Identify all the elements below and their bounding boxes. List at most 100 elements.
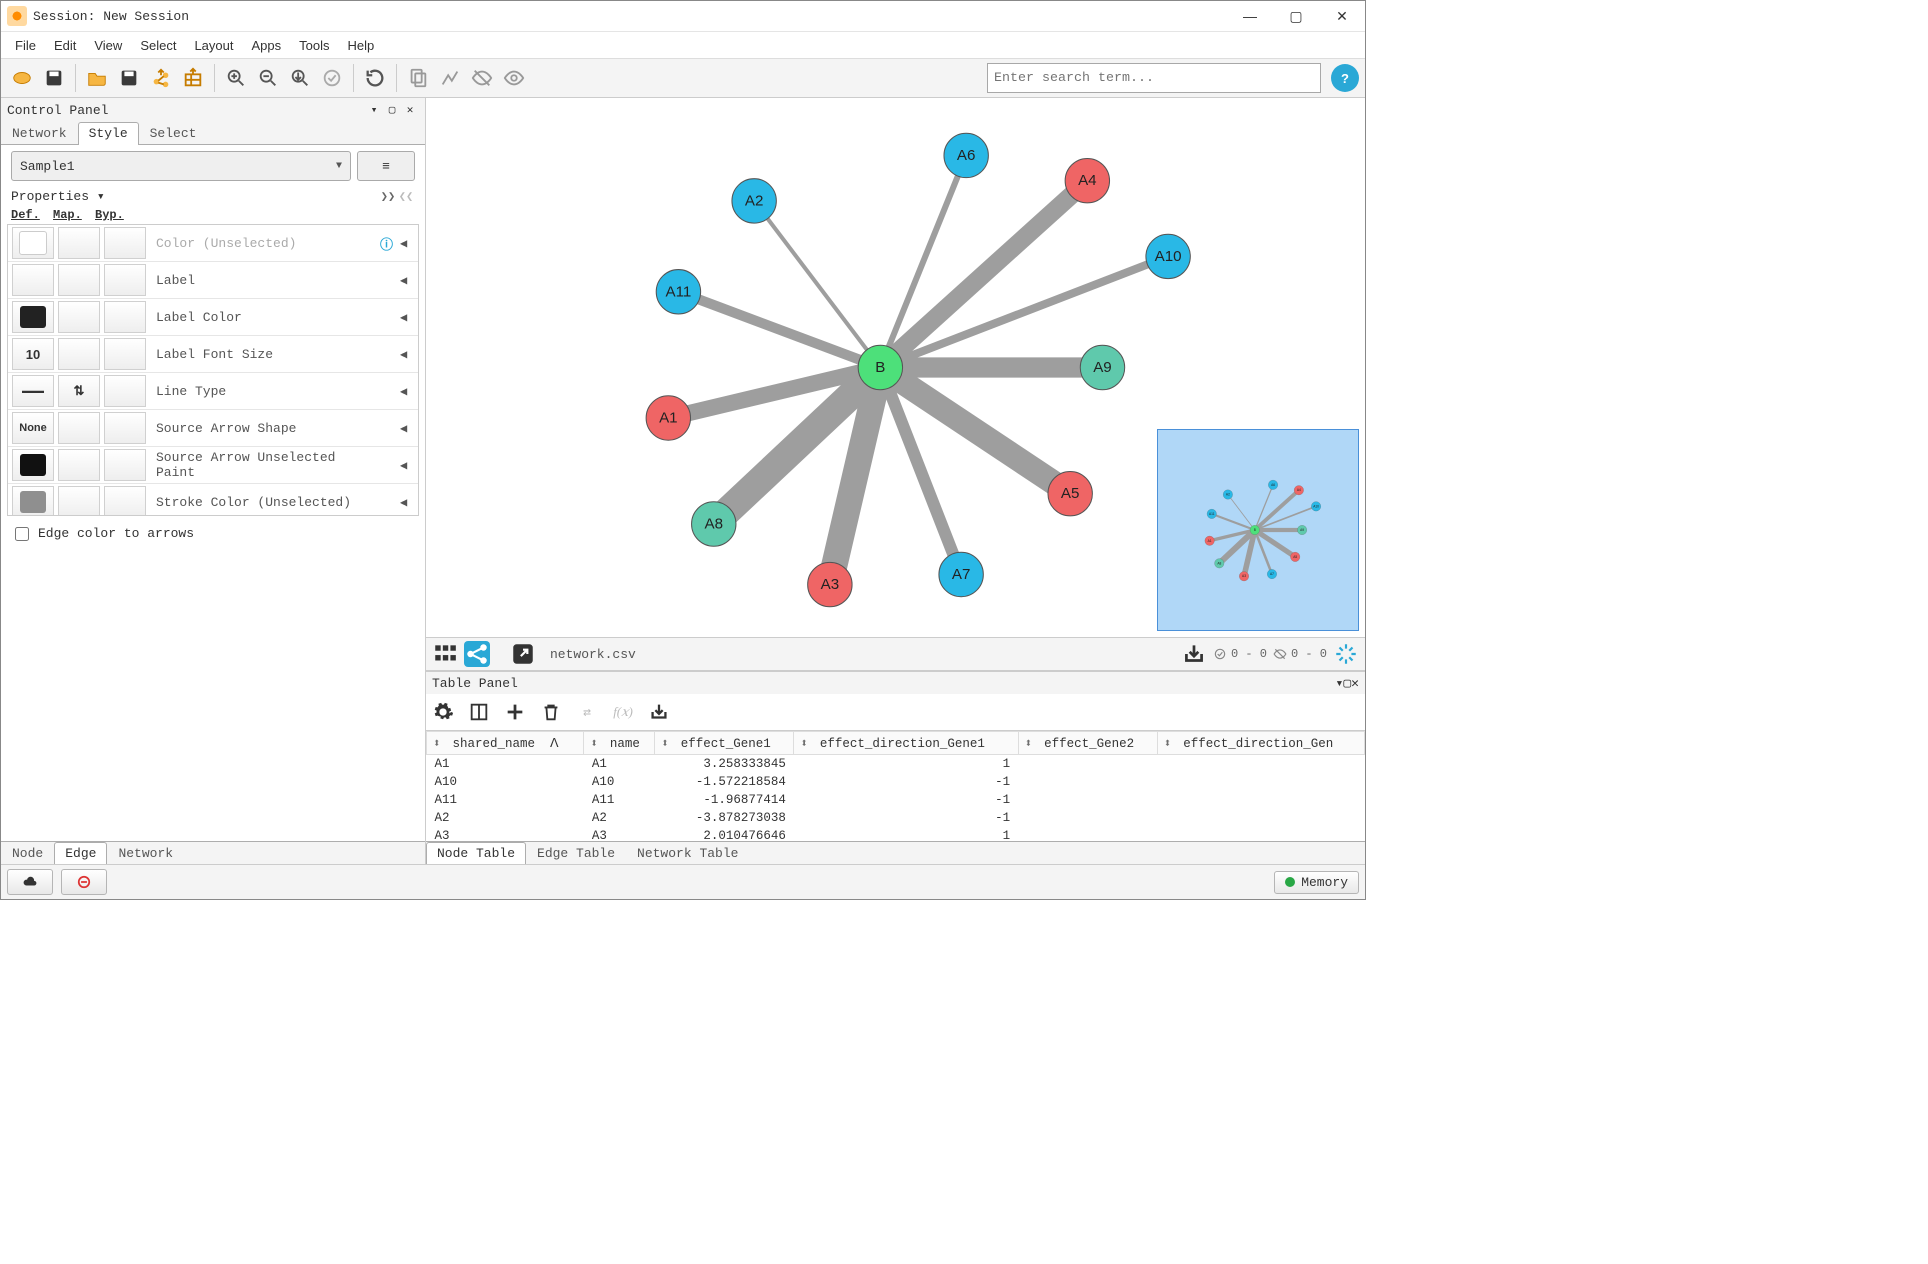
window-maximize-button[interactable]: ▢ xyxy=(1273,1,1319,31)
menubar: File Edit View Select Layout Apps Tools … xyxy=(1,32,1365,59)
copy-button[interactable] xyxy=(403,63,433,93)
collapse-all-icon[interactable]: ❯❯ xyxy=(379,189,397,204)
save-session-button[interactable] xyxy=(39,63,69,93)
table-row[interactable]: A1A13.2583338451 xyxy=(427,755,1365,774)
prop-row-line-type[interactable]: —⇅Line Type◀ xyxy=(8,373,418,410)
status-dot-icon xyxy=(1285,877,1295,887)
tab-edge-bottom[interactable]: Edge xyxy=(54,842,107,864)
hide-selected-button[interactable] xyxy=(467,63,497,93)
detach-view-button[interactable] xyxy=(510,641,536,667)
float-icon[interactable]: ▢ xyxy=(383,101,401,119)
prop-row-label-font-size[interactable]: 10Label Font Size◀ xyxy=(8,336,418,373)
col-effect_direction_Gene1[interactable]: ⬍ effect_direction_Gene1 xyxy=(794,732,1018,755)
separator xyxy=(353,64,354,92)
prop-row-color-unselected-[interactable]: Color (Unselected)ⓘ◀ xyxy=(8,225,418,262)
delete-icon[interactable] xyxy=(540,701,562,723)
tab-network-table[interactable]: Network Table xyxy=(626,842,749,865)
tab-node-table[interactable]: Node Table xyxy=(426,842,526,865)
export-button[interactable] xyxy=(1181,641,1207,667)
control-panel-title: Control Panel xyxy=(7,103,365,118)
reload-button[interactable] xyxy=(360,63,390,93)
overview-panel[interactable]: BA6A4A2A10A11A9A1A5A8A7A3 xyxy=(1157,429,1359,631)
help-button[interactable]: ? xyxy=(1331,64,1359,92)
menu-edit[interactable]: Edit xyxy=(46,35,84,56)
dropdown-icon[interactable]: ▾ xyxy=(365,101,383,119)
tab-edge-table[interactable]: Edge Table xyxy=(526,842,626,865)
zoom-out-button[interactable] xyxy=(253,63,283,93)
col-name[interactable]: ⬍ name xyxy=(584,732,655,755)
tab-network-bottom[interactable]: Network xyxy=(107,842,184,864)
export-table-icon[interactable] xyxy=(648,701,670,723)
stop-button[interactable] xyxy=(61,869,107,895)
style-menu-button[interactable]: ≡ xyxy=(357,151,415,181)
import-table-button[interactable] xyxy=(178,63,208,93)
close-icon[interactable]: ✕ xyxy=(401,101,419,119)
col-shared_name[interactable]: ⬍ shared_name ᐱ xyxy=(427,732,584,755)
edge-color-to-arrows-checkbox[interactable] xyxy=(15,527,29,541)
properties-label[interactable]: Properties xyxy=(11,189,89,204)
table-row[interactable]: A11A11-1.96877414-1 xyxy=(427,791,1365,809)
save-network-button[interactable] xyxy=(114,63,144,93)
apply-layout-button[interactable] xyxy=(317,63,347,93)
menu-help[interactable]: Help xyxy=(340,35,383,56)
menu-select[interactable]: Select xyxy=(132,35,184,56)
window-minimize-button[interactable]: — xyxy=(1227,1,1273,31)
svg-text:A9: A9 xyxy=(1300,528,1304,532)
control-panel: Control Panel ▾ ▢ ✕ Network Style Select… xyxy=(1,98,426,864)
open-network-button[interactable] xyxy=(82,63,112,93)
menu-view[interactable]: View xyxy=(86,35,130,56)
data-table[interactable]: ⬍ shared_name ᐱ⬍ name⬍ effect_Gene1⬍ eff… xyxy=(426,731,1365,841)
tab-style[interactable]: Style xyxy=(78,122,139,145)
window-close-button[interactable]: ✕ xyxy=(1319,1,1365,31)
zoom-in-button[interactable] xyxy=(221,63,251,93)
separator xyxy=(396,64,397,92)
tab-select[interactable]: Select xyxy=(139,122,208,145)
expand-all-icon[interactable]: ❮❮ xyxy=(397,189,415,204)
fit-content-button[interactable] xyxy=(1333,641,1359,667)
table-row[interactable]: A2A2-3.878273038-1 xyxy=(427,809,1365,827)
memory-button[interactable]: Memory xyxy=(1274,871,1359,894)
menu-apps[interactable]: Apps xyxy=(244,35,290,56)
prop-row-source-arrow-shape[interactable]: NoneSource Arrow Shape◀ xyxy=(8,410,418,447)
cloud-button[interactable] xyxy=(7,869,53,895)
col-effect_Gene2[interactable]: ⬍ effect_Gene2 xyxy=(1018,732,1157,755)
search-input[interactable] xyxy=(987,63,1321,93)
prop-row-source-arrow-unselected-paint[interactable]: Source Arrow Unselected Paint◀ xyxy=(8,447,418,484)
prop-row-label-color[interactable]: Label Color◀ xyxy=(8,299,418,336)
style-bottom-tabs: Node Edge Network xyxy=(1,841,425,864)
network-canvas[interactable]: BA6A4A2A10A11A9A1A5A8A7A3 BA6A4A2A10A11A… xyxy=(426,98,1365,637)
tab-node-bottom[interactable]: Node xyxy=(1,842,54,864)
menu-tools[interactable]: Tools xyxy=(291,35,337,56)
gear-icon[interactable] xyxy=(432,701,454,723)
columns-icon[interactable] xyxy=(468,701,490,723)
share-button[interactable] xyxy=(464,641,490,667)
menu-file[interactable]: File xyxy=(7,35,44,56)
zoom-fit-button[interactable] xyxy=(285,63,315,93)
import-network-button[interactable] xyxy=(146,63,176,93)
col-effect_direction_Gen[interactable]: ⬍ effect_direction_Gen xyxy=(1157,732,1364,755)
table-row[interactable]: A3A32.0104766461 xyxy=(427,827,1365,841)
first-neighbors-button[interactable] xyxy=(435,63,465,93)
function-icon[interactable]: f(𝑥) xyxy=(612,701,634,723)
tab-network[interactable]: Network xyxy=(1,122,78,145)
property-list[interactable]: Color (Unselected)ⓘ◀Label◀Label Color◀10… xyxy=(7,224,419,516)
link-icon[interactable]: ⇄ xyxy=(576,701,598,723)
float-icon[interactable]: ▢ xyxy=(1343,676,1351,691)
show-all-button[interactable] xyxy=(499,63,529,93)
svg-text:A10: A10 xyxy=(1155,248,1182,265)
table-row[interactable]: A10A10-1.572218584-1 xyxy=(427,773,1365,791)
view-toolbar: network.csv 0 - 0 0 - 0 xyxy=(426,637,1365,671)
svg-text:A1: A1 xyxy=(659,409,678,426)
prop-row-label[interactable]: Label◀ xyxy=(8,262,418,299)
grid-view-button[interactable] xyxy=(432,641,458,667)
close-icon[interactable]: ✕ xyxy=(1351,676,1359,691)
svg-text:A11: A11 xyxy=(666,283,692,300)
menu-layout[interactable]: Layout xyxy=(186,35,241,56)
style-selector[interactable]: Sample1 ▼ xyxy=(11,151,351,181)
add-icon[interactable] xyxy=(504,701,526,723)
dropdown-icon[interactable]: ▾ xyxy=(1336,676,1344,691)
table-scroll[interactable]: ⬍ shared_name ᐱ⬍ name⬍ effect_Gene1⬍ eff… xyxy=(426,731,1365,841)
new-session-button[interactable] xyxy=(7,63,37,93)
col-effect_Gene1[interactable]: ⬍ effect_Gene1 xyxy=(655,732,794,755)
prop-row-stroke-color-unselected-[interactable]: Stroke Color (Unselected)◀ xyxy=(8,484,418,516)
